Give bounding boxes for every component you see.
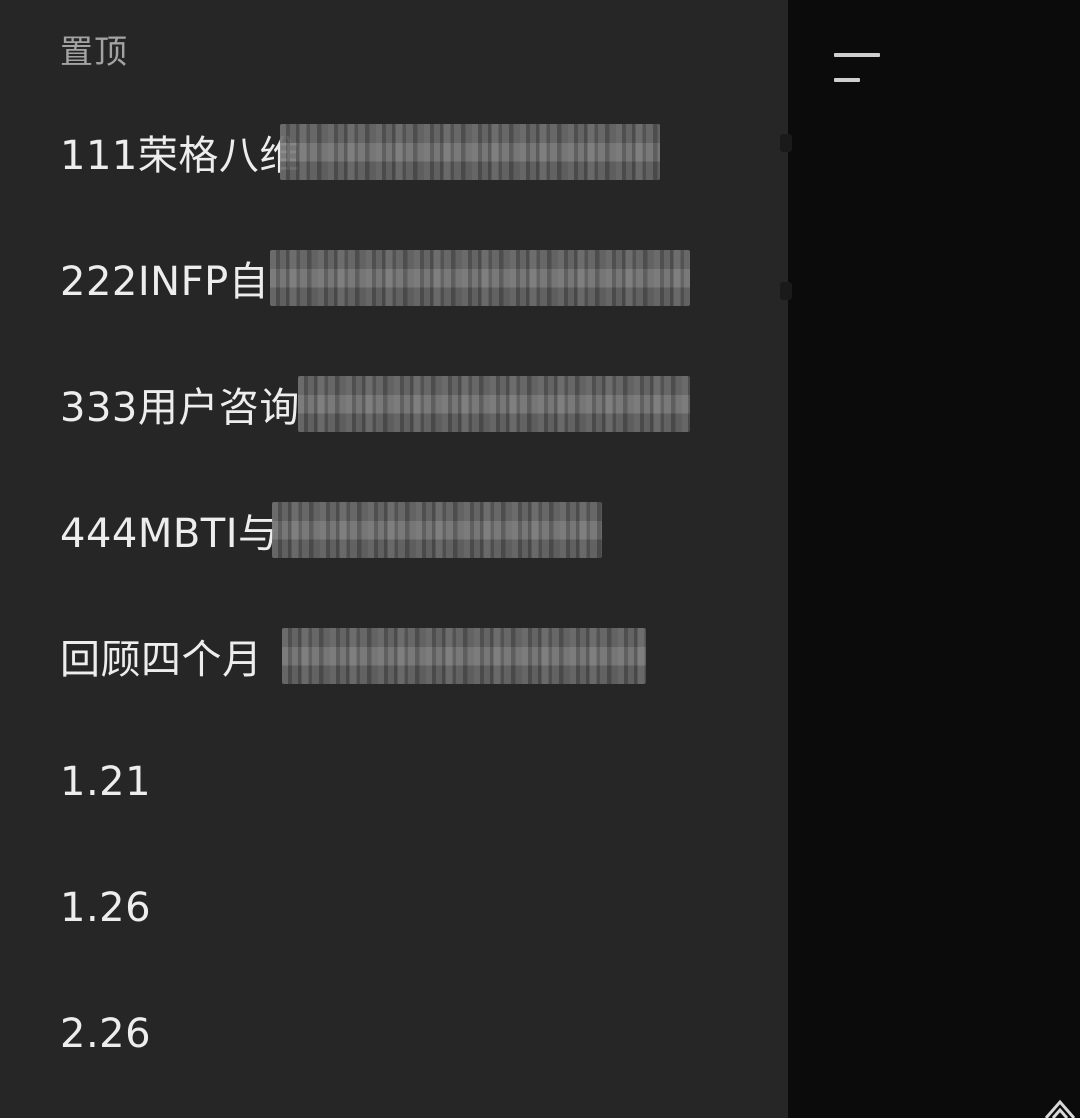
share-icon[interactable]: [1040, 1082, 1080, 1118]
screen: 置顶 111荣格八维 222INFP自 333用户咨询 444MBTI与 回顾四…: [0, 0, 1080, 1118]
pinned-note-item[interactable]: 回顾四个月: [60, 626, 646, 686]
pinned-section-title: 置顶: [60, 32, 128, 71]
pixelated-redaction: [272, 502, 602, 558]
note-title: 444MBTI与: [60, 511, 279, 557]
note-title: 回顾四个月: [60, 637, 263, 683]
pinned-note-item[interactable]: 2.26: [60, 1004, 151, 1064]
pixelated-redaction: [270, 250, 690, 306]
note-title: 2.26: [60, 1011, 152, 1057]
menu-icon-line-top: [834, 53, 880, 57]
pinned-note-item[interactable]: 222INFP自: [60, 248, 690, 308]
main-content-dimmed[interactable]: [788, 0, 1080, 1118]
note-title: 333用户咨询: [60, 385, 300, 431]
note-title: 1.26: [60, 885, 152, 931]
menu-icon-line-bottom: [834, 78, 860, 82]
pixelated-redaction: [298, 376, 690, 432]
pinned-note-item[interactable]: 444MBTI与: [60, 500, 602, 560]
note-title: 1.21: [60, 759, 152, 805]
pinned-note-item[interactable]: 1.26: [60, 878, 151, 938]
menu-icon[interactable]: [830, 48, 884, 88]
side-drawer: 置顶 111荣格八维 222INFP自 333用户咨询 444MBTI与 回顾四…: [0, 0, 788, 1118]
note-title: 111荣格八维: [60, 133, 300, 179]
note-title: 222INFP自: [60, 259, 270, 305]
pixelated-redaction: [282, 628, 646, 684]
background-item-marker: [780, 282, 792, 300]
background-item-marker: [780, 134, 792, 152]
pinned-note-item[interactable]: 1.21: [60, 752, 151, 812]
pinned-note-item[interactable]: 333用户咨询: [60, 374, 690, 434]
pixelated-redaction: [280, 124, 660, 180]
pinned-note-item[interactable]: 111荣格八维: [60, 122, 660, 182]
